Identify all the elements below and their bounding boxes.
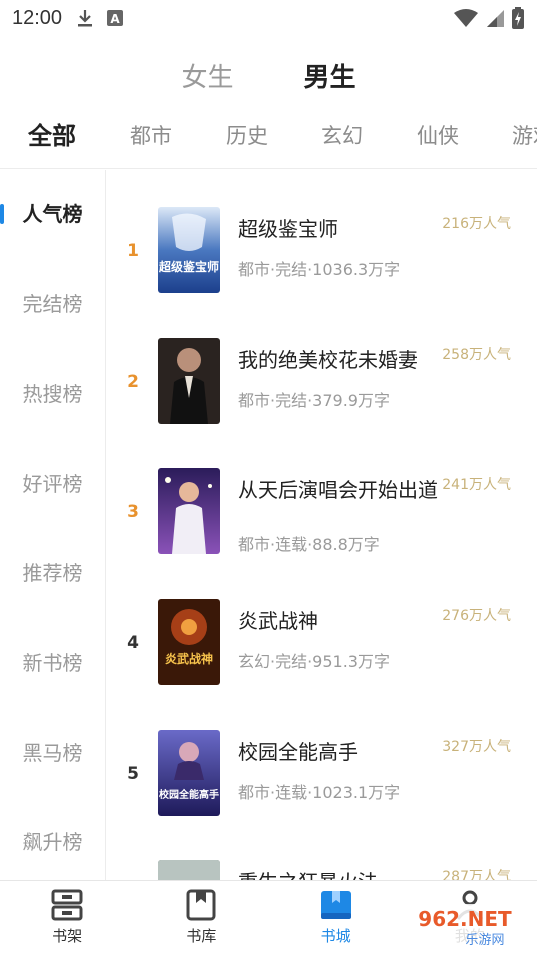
popularity: 216万人气 [442,216,511,232]
popularity: 258万人气 [442,347,511,363]
signal-icon [487,10,504,27]
cover-title: 炎武战神 [165,651,213,666]
category-fantasy[interactable]: 玄幻 [321,112,363,160]
rank-list-label: 人气榜 [22,202,83,226]
category-game[interactable]: 游戏 [512,112,537,160]
book-cover: 炎武战神 [158,599,220,685]
rank-list-recommended[interactable]: 推荐榜 [0,553,105,593]
tab-female[interactable]: 女生 [181,56,233,100]
watermark-brand: 962.NET [418,907,512,931]
book-title: 超级鉴宝师 [238,217,338,241]
rank-list-hot-search[interactable]: 热搜榜 [0,374,105,414]
nav-label: 书架 [52,927,83,945]
book-title: 重生之狂暴火法 [238,868,438,880]
rank-list-rising[interactable]: 飙升榜 [0,822,105,862]
rank-number: 1 [127,241,139,261]
book-row[interactable]: 4 炎武战神 炎武战神 玄幻·完结·951.3万字 276万人气 [107,599,537,719]
book-cover [158,468,220,554]
popularity: 287万人气 [442,869,511,880]
cover-title: 校园全能高手 [159,788,219,801]
nav-bookshelf[interactable]: 书架 [0,881,134,956]
cover-title: 超级鉴宝师 [158,259,219,274]
rank-number: 3 [127,502,139,522]
status-time: 12:00 [12,6,63,29]
download-icon [78,10,93,27]
book-meta: 都市·完结·379.9万字 [238,391,390,410]
book-row[interactable]: 3 从天后演唱会开始出道 都市·连载·88.8万字 241万人气 [107,468,537,588]
book-cover [158,860,220,880]
book-title: 从天后演唱会开始出道 [238,478,438,502]
nav-library[interactable]: 书库 [134,881,268,956]
active-indicator [0,204,4,224]
popularity: 276万人气 [442,608,511,624]
bookshelf-icon [51,889,83,921]
popularity: 327万人气 [442,739,511,755]
svg-text:A: A [110,12,120,26]
rank-list-new[interactable]: 新书榜 [0,643,105,683]
rank-sidebar: 人气榜 完结榜 热搜榜 好评榜 推荐榜 新书榜 黑马榜 飙升榜 [0,170,106,880]
rank-list-dark-horse[interactable]: 黑马榜 [0,733,105,773]
nav-bookstore[interactable]: 书城 [269,881,403,956]
watermark-sub: 乐游网 [465,933,504,948]
rank-number: 2 [127,372,139,392]
popularity: 241万人气 [442,477,511,493]
library-icon [186,889,216,921]
tab-male[interactable]: 男生 [304,56,356,100]
book-title: 校园全能高手 [238,740,358,764]
book-row[interactable]: 2 我的绝美校花未婚妻 都市·完结·379.9万字 258万人气 [107,338,537,458]
category-history[interactable]: 历史 [226,112,268,160]
rank-list-completed[interactable]: 完结榜 [0,284,105,324]
nav-label: 书城 [320,927,351,945]
book-cover: 超级鉴宝师 [158,207,220,293]
bookstore-icon [320,891,351,919]
site-watermark: 962.NET 乐游网 [399,902,531,952]
rank-number: 4 [127,633,139,653]
a-notification-icon: A [107,10,124,26]
book-row[interactable]: 6 重生之狂暴火法 287万人气 [107,860,537,880]
book-cover: 校园全能高手 [158,730,220,816]
category-tabs: 全部 都市 历史 玄幻 仙侠 游戏 [0,112,537,160]
book-row[interactable]: 1 超级鉴宝师 超级鉴宝师 都市·完结·1036.3万字 216万人气 [107,207,537,327]
category-xianxia[interactable]: 仙侠 [417,112,459,160]
book-meta: 玄幻·完结·951.3万字 [238,652,390,671]
book-list: 1 超级鉴宝师 超级鉴宝师 都市·完结·1036.3万字 216万人气 2 我的… [107,170,537,880]
book-meta: 都市·连载·1023.1万字 [238,783,401,802]
book-row[interactable]: 5 校园全能高手 校园全能高手 都市·连载·1023.1万字 327万人气 [107,730,537,850]
book-meta: 都市·完结·1036.3万字 [238,260,401,279]
status-bar: 12:00 A [0,0,537,36]
rank-list-top-rated[interactable]: 好评榜 [0,464,105,504]
book-meta: 都市·连载·88.8万字 [238,535,380,554]
divider [0,168,537,169]
wifi-icon [454,9,478,27]
battery-charging-icon [512,7,524,29]
nav-label: 书库 [186,927,217,945]
category-urban[interactable]: 都市 [130,112,172,160]
rank-number: 5 [127,764,139,784]
book-title: 我的绝美校花未婚妻 [238,348,418,372]
book-title: 炎武战神 [238,609,318,633]
gender-tabs: 女生 男生 [0,56,537,100]
category-all[interactable]: 全部 [28,112,76,160]
book-cover [158,338,220,424]
rank-list-popular[interactable]: 人气榜 [0,194,105,234]
